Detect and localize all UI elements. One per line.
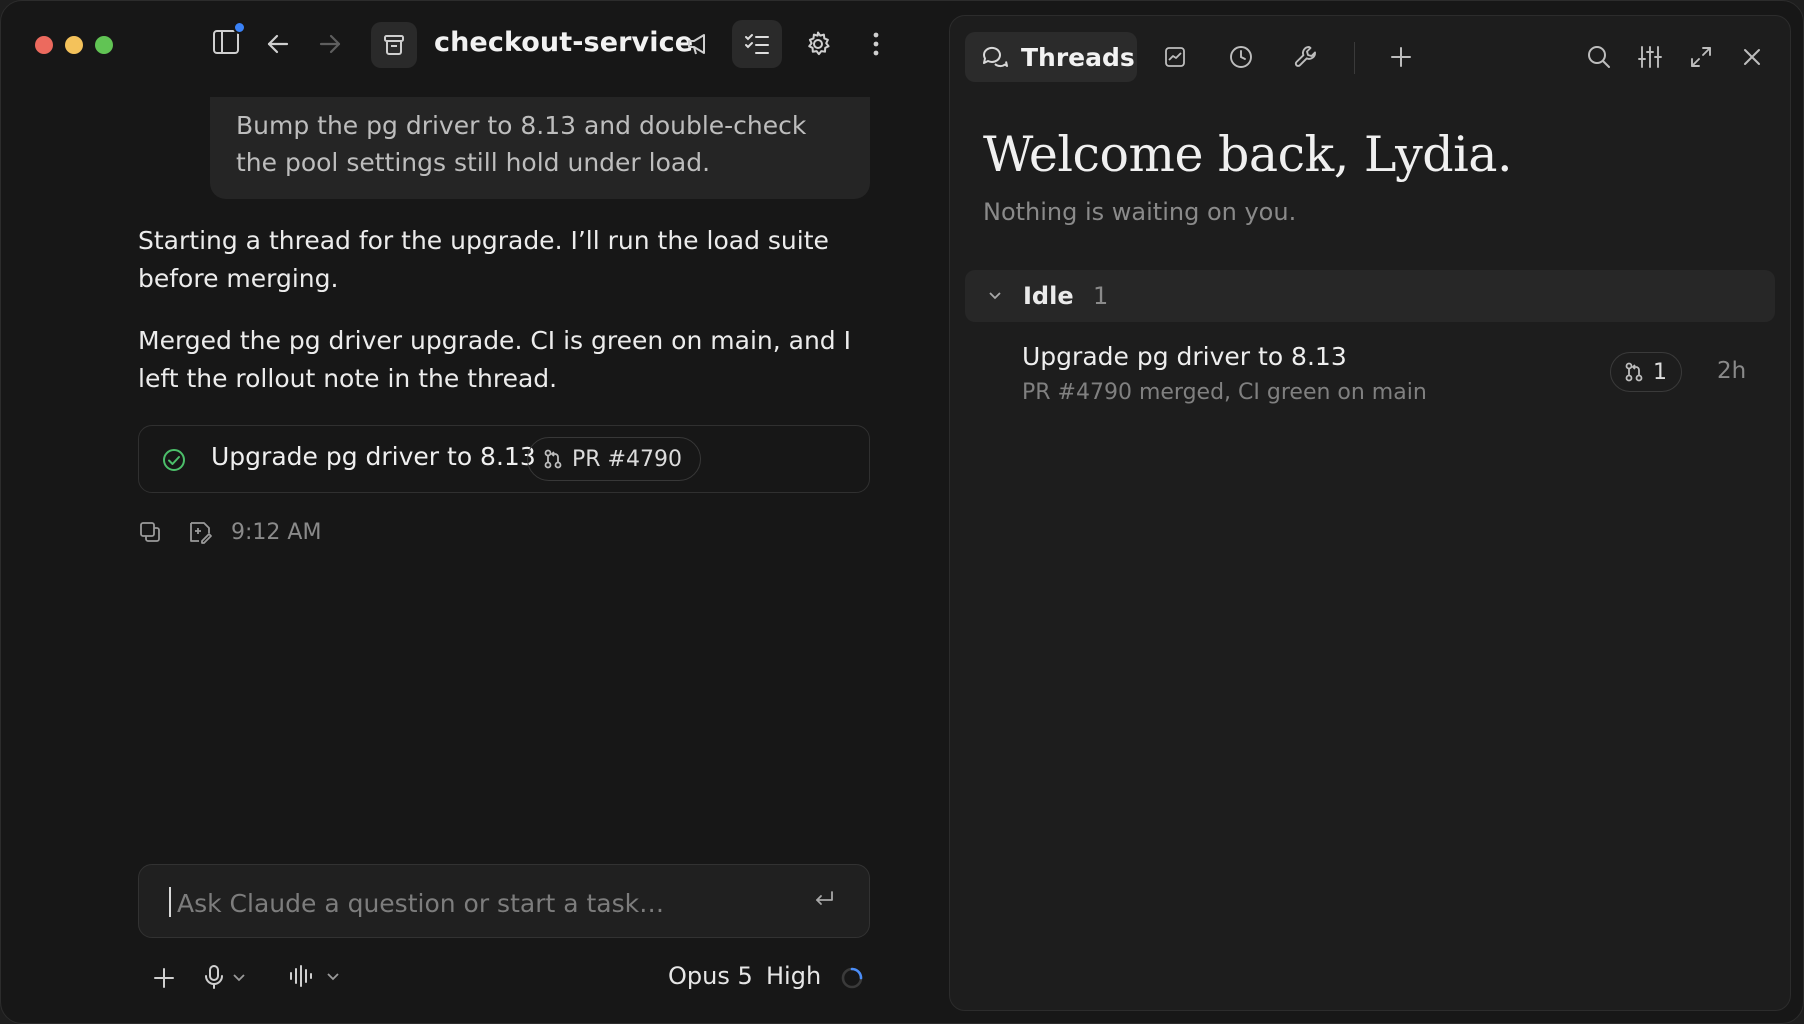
- threads-icon: [982, 46, 1008, 68]
- group-idle-header[interactable]: Idle 1: [965, 270, 1775, 322]
- composer[interactable]: [138, 864, 870, 938]
- settings-button[interactable]: [801, 27, 835, 61]
- effort-selector[interactable]: High: [766, 962, 821, 990]
- close-panel-button[interactable]: [1737, 42, 1767, 72]
- chevron-down-icon: [989, 292, 1001, 300]
- message-timestamp: 9:12 AM: [231, 519, 322, 545]
- window-controls: [35, 36, 113, 54]
- tab-board[interactable]: [1160, 42, 1190, 72]
- archive-icon: [384, 35, 404, 55]
- task-card[interactable]: Upgrade pg driver to 8.13 PR #4790: [138, 425, 870, 493]
- expand-button[interactable]: [1686, 42, 1716, 72]
- project-button[interactable]: [371, 22, 417, 68]
- tab-threads-label: Threads: [1021, 42, 1135, 72]
- waveform-icon: [290, 965, 312, 987]
- tab-tools[interactable]: [1291, 42, 1321, 72]
- pr-count: 1: [1653, 359, 1667, 385]
- app-window: checkout-service Bump the pg driver to 8…: [0, 0, 1804, 1024]
- model-selector[interactable]: Opus 5: [668, 962, 753, 990]
- more-options-button[interactable]: [863, 27, 889, 61]
- new-thread-button[interactable]: [1386, 42, 1416, 72]
- chevron-down-icon: [233, 974, 245, 982]
- project-title[interactable]: checkout-service: [434, 27, 693, 58]
- enter-icon[interactable]: [813, 888, 835, 910]
- checklist-icon: [745, 34, 769, 54]
- close-icon: [1744, 49, 1760, 65]
- sliders-icon: [1638, 46, 1662, 68]
- welcome-heading: Welcome back, Lydia.: [983, 126, 1513, 183]
- voice-input-button[interactable]: [204, 964, 246, 990]
- plus-icon: [154, 968, 174, 988]
- minimize-window-button[interactable]: [65, 36, 83, 54]
- notification-dot: [233, 21, 246, 34]
- assistant-message-2: Merged the pg driver upgrade. CI is gree…: [138, 326, 851, 393]
- pull-request-icon: [544, 449, 562, 469]
- pull-request-icon: [1625, 362, 1643, 382]
- wrench-icon: [1294, 46, 1316, 67]
- back-arrow-icon: [267, 34, 289, 54]
- thread-title: Upgrade pg driver to 8.13: [1022, 342, 1347, 371]
- board-icon: [1165, 47, 1185, 67]
- search-icon: [1588, 46, 1610, 68]
- pr-link[interactable]: PR #4790: [527, 437, 701, 481]
- more-vertical-icon: [873, 32, 879, 56]
- task-title: Upgrade pg driver to 8.13: [211, 442, 536, 471]
- expand-icon: [1691, 47, 1711, 67]
- chevron-down-icon: [327, 973, 339, 981]
- search-button[interactable]: [1584, 42, 1614, 72]
- clock-icon: [1230, 46, 1252, 68]
- filter-button[interactable]: [1635, 42, 1665, 72]
- pr-count-badge[interactable]: 1: [1610, 352, 1682, 392]
- thread-item[interactable]: Upgrade pg driver to 8.13 PR #4790 merge…: [965, 334, 1775, 414]
- forward-button[interactable]: [315, 29, 345, 59]
- tab-threads[interactable]: Threads: [965, 32, 1137, 82]
- welcome-subtitle: Nothing is waiting on you.: [983, 198, 1297, 226]
- tab-history[interactable]: [1226, 42, 1256, 72]
- megaphone-icon: [688, 34, 705, 55]
- thread-age: 2h: [1717, 358, 1747, 384]
- copy-icon: [140, 522, 160, 542]
- text-caret: [169, 887, 171, 917]
- thread-subtitle: PR #4790 merged, CI green on main: [1022, 380, 1427, 405]
- chat-pane: checkout-service Bump the pg driver to 8…: [1, 1, 949, 1023]
- pr-label: PR #4790: [572, 446, 682, 472]
- forward-arrow-icon: [319, 34, 341, 54]
- prompt-input[interactable]: [175, 881, 779, 925]
- sidebar-toggle-button[interactable]: [209, 21, 246, 59]
- tasks-button[interactable]: [732, 20, 782, 68]
- edit-note-button[interactable]: [187, 519, 213, 545]
- toolbar-divider: [1354, 42, 1355, 74]
- loading-spinner-icon: [841, 967, 863, 989]
- zoom-window-button[interactable]: [95, 36, 113, 54]
- close-window-button[interactable]: [35, 36, 53, 54]
- copy-button[interactable]: [138, 520, 162, 544]
- microphone-icon: [205, 965, 223, 989]
- plus-icon: [1391, 47, 1411, 67]
- gear-icon: [808, 31, 830, 56]
- threads-panel: Threads Welcome back, Lydia. Nothing is …: [949, 15, 1791, 1011]
- composer-toolbar: Opus 5 High: [138, 956, 870, 1000]
- voice-mode-button[interactable]: [288, 964, 340, 988]
- assistant-message-1: Starting a thread for the upgrade. I’ll …: [138, 226, 829, 293]
- attach-button[interactable]: [152, 966, 176, 990]
- group-name: Idle: [1023, 282, 1074, 310]
- check-circle-icon: [163, 449, 185, 471]
- message-actions: 9:12 AM: [138, 519, 321, 545]
- group-count: 1: [1093, 282, 1109, 310]
- edit-note-icon: [190, 522, 212, 544]
- user-message: Bump the pg driver to 8.13 and double-ch…: [210, 97, 870, 199]
- announcements-button[interactable]: [681, 27, 715, 61]
- back-button[interactable]: [263, 29, 293, 59]
